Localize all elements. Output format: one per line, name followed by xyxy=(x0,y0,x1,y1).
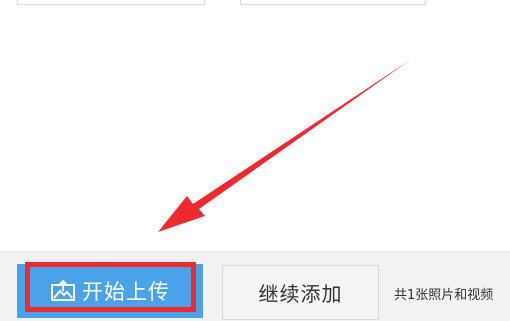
annotation-highlight-box xyxy=(25,262,196,312)
upload-summary: 共1张照片和视频 xyxy=(394,288,494,303)
continue-add-button[interactable]: 继续添加 xyxy=(222,265,379,320)
annotation-arrow-shape xyxy=(158,60,410,232)
